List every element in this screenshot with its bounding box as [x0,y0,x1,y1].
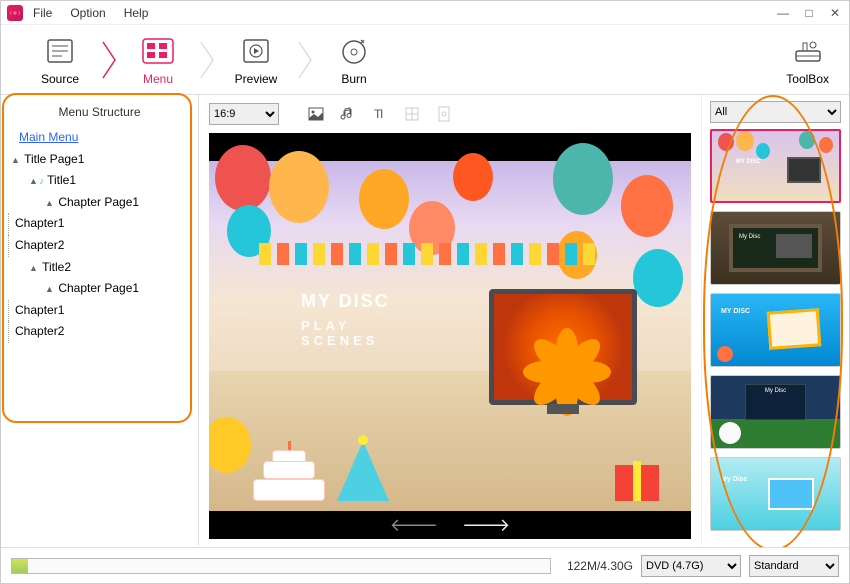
tab-preview-label: Preview [217,72,295,86]
app-icon [7,5,23,21]
menu-help[interactable]: Help [124,6,149,20]
tree-chapter2a[interactable]: Chapter2 [8,235,194,257]
source-icon [21,34,99,68]
tab-burn-label: Burn [315,72,393,86]
disc-size-progress [11,558,551,574]
menu-scenes-text: SCENES [301,333,390,348]
template-thumb-4[interactable]: My Disc [710,375,841,449]
tree-main-menu[interactable]: Main Menu [5,127,194,149]
tab-source[interactable]: Source [21,34,99,86]
maximize-button[interactable]: □ [801,6,817,20]
tab-toolbox[interactable]: ToolBox [786,34,829,86]
menu-play-text: PLAY [301,318,390,333]
template-thumb-2[interactable]: My Disc [710,211,841,285]
tree-chapter-page1a[interactable]: ▲ Chapter Page1 [5,192,194,214]
sidebar-header: Menu Structure [5,101,194,127]
tab-burn[interactable]: Burn [315,34,393,86]
tree-title1[interactable]: ▲♪ Title1 [5,170,194,192]
toolbox-icon [786,34,829,68]
menu-video-frame[interactable] [489,289,637,405]
aspect-ratio-select[interactable]: 16:9 [209,103,279,125]
decoration-cake [253,451,325,501]
chevron-icon [99,40,119,80]
decoration-partyhat [337,441,389,501]
tree-chapter-page1b[interactable]: ▲ Chapter Page1 [5,278,194,300]
burn-icon [315,34,393,68]
tree-title-page1[interactable]: ▲ Title Page1 [5,149,194,171]
menu-icon [119,34,197,68]
chevron-icon [197,40,217,80]
disc-size-text: 122M/4.30G [567,559,633,573]
disc-type-select[interactable]: DVD (4.7G) [641,555,741,577]
tab-source-label: Source [21,72,99,86]
template-filter-select[interactable]: All [710,101,841,123]
tab-menu-label: Menu [119,72,197,86]
menu-file[interactable]: File [33,6,52,20]
minimize-button[interactable]: — [775,6,791,20]
menu-title-text: MY DISC [301,291,390,312]
next-page-button[interactable]: 🡒 [462,515,510,536]
close-button[interactable]: ✕ [827,6,843,20]
svg-text:I: I [380,107,383,121]
menu-text-block[interactable]: MY DISC PLAY SCENES [301,291,390,348]
chevron-icon [295,40,315,80]
tree-chapter2b[interactable]: Chapter2 [8,321,194,343]
music-tool-icon[interactable] [339,105,357,123]
tree-chapter1a[interactable]: Chapter1 [8,213,194,235]
tab-preview[interactable]: Preview [217,34,295,86]
grid-tool-icon[interactable] [403,105,421,123]
tab-menu[interactable]: Menu [119,34,197,86]
tree-title2[interactable]: ▲ Title2 [5,257,194,279]
template-thumb-1[interactable]: MY DISC [710,129,841,203]
page-tool-icon[interactable] [435,105,453,123]
preview-icon [217,34,295,68]
quality-select[interactable]: Standard [749,555,839,577]
template-thumb-5[interactable]: My Disc [710,457,841,531]
menu-preview[interactable]: MY DISC PLAY SCENES [209,133,691,539]
tab-toolbox-label: ToolBox [786,72,829,86]
image-tool-icon[interactable] [307,105,325,123]
decoration-gift [615,465,659,501]
prev-page-button[interactable]: 🡐 [390,515,438,536]
text-tool-icon[interactable]: TI [371,105,389,123]
template-thumb-3[interactable]: MY DISC [710,293,841,367]
tree-chapter1b[interactable]: Chapter1 [8,300,194,322]
menu-option[interactable]: Option [70,6,105,20]
